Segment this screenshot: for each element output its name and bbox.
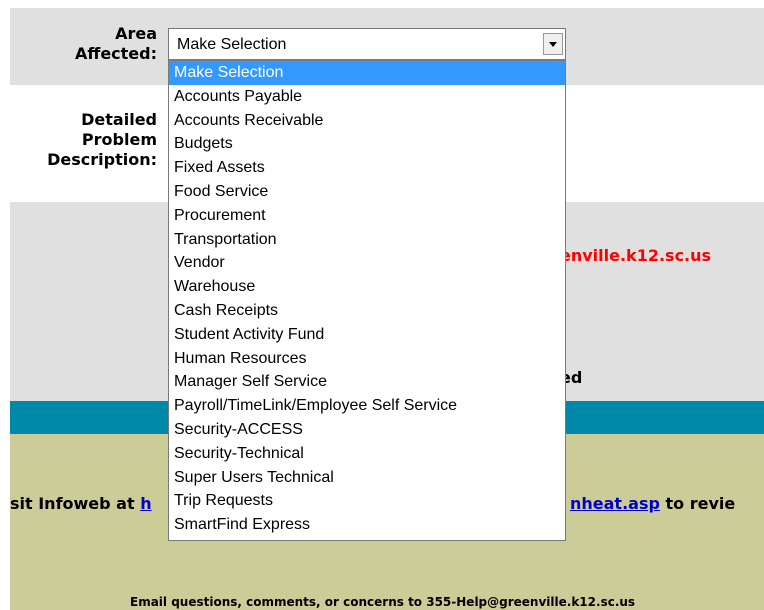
dropdown-option[interactable]: SmartFind Express [169, 513, 565, 537]
dropdown-option[interactable]: Accounts Payable [169, 85, 565, 109]
area-affected-dropdown-list: Make Selection Accounts Payable Accounts R… [168, 60, 566, 541]
dropdown-option[interactable]: Warehouse [169, 275, 565, 299]
dropdown-option[interactable]: Payroll/TimeLink/Employee Self Service [169, 394, 565, 418]
dropdown-option[interactable]: Cash Receipts [169, 299, 565, 323]
dropdown-option[interactable]: Student Activity Fund [169, 323, 565, 347]
footer-left-text: sit Infoweb at h [10, 494, 152, 513]
footer-right-label: to revie [659, 494, 736, 513]
footer-left-label: sit Infoweb at [10, 494, 141, 513]
desc-label-line3: Description: [47, 150, 157, 169]
heat-asp-link[interactable]: nheat.asp [570, 494, 660, 513]
dropdown-option[interactable]: Fixed Assets [169, 156, 565, 180]
dropdown-option[interactable]: Security-Technical [169, 442, 565, 466]
area-affected-select[interactable]: Make Selection [168, 28, 566, 60]
dropdown-option[interactable]: Make Selection [169, 61, 565, 85]
dropdown-option[interactable]: Super Users Technical [169, 466, 565, 490]
area-label-line2: Affected: [74, 44, 157, 63]
desc-label-line2: Problem [81, 130, 157, 149]
dropdown-option[interactable]: Trip Requests [169, 489, 565, 513]
area-affected-label: Area Affected: [75, 24, 157, 64]
dropdown-option[interactable]: Security-ACCESS [169, 418, 565, 442]
desc-label-line1: Detailed [81, 110, 157, 129]
dropdown-option[interactable]: Manager Self Service [169, 370, 565, 394]
email-contact-line: Email questions, comments, or concerns t… [130, 595, 636, 609]
area-label-line1: Area [115, 24, 157, 43]
dropdown-option[interactable]: Vendor [169, 251, 565, 275]
email-domain-red-text: enville.k12.sc.us [560, 246, 712, 265]
problem-description-label: Detailed Problem Description: [47, 110, 157, 170]
dropdown-option[interactable]: Procurement [169, 204, 565, 228]
dropdown-option[interactable]: Transportation [169, 228, 565, 252]
dropdown-option[interactable]: Human Resources [169, 347, 565, 371]
infoweb-link-partial[interactable]: h [140, 494, 151, 513]
select-current-value: Make Selection [177, 36, 287, 53]
footer-right-text: nheat.asp to revie [570, 494, 735, 513]
dropdown-option[interactable]: Accounts Receivable [169, 109, 565, 133]
dropdown-option[interactable]: Food Service [169, 180, 565, 204]
dropdown-option[interactable]: Budgets [169, 132, 565, 156]
chevron-down-icon[interactable] [543, 33, 563, 55]
